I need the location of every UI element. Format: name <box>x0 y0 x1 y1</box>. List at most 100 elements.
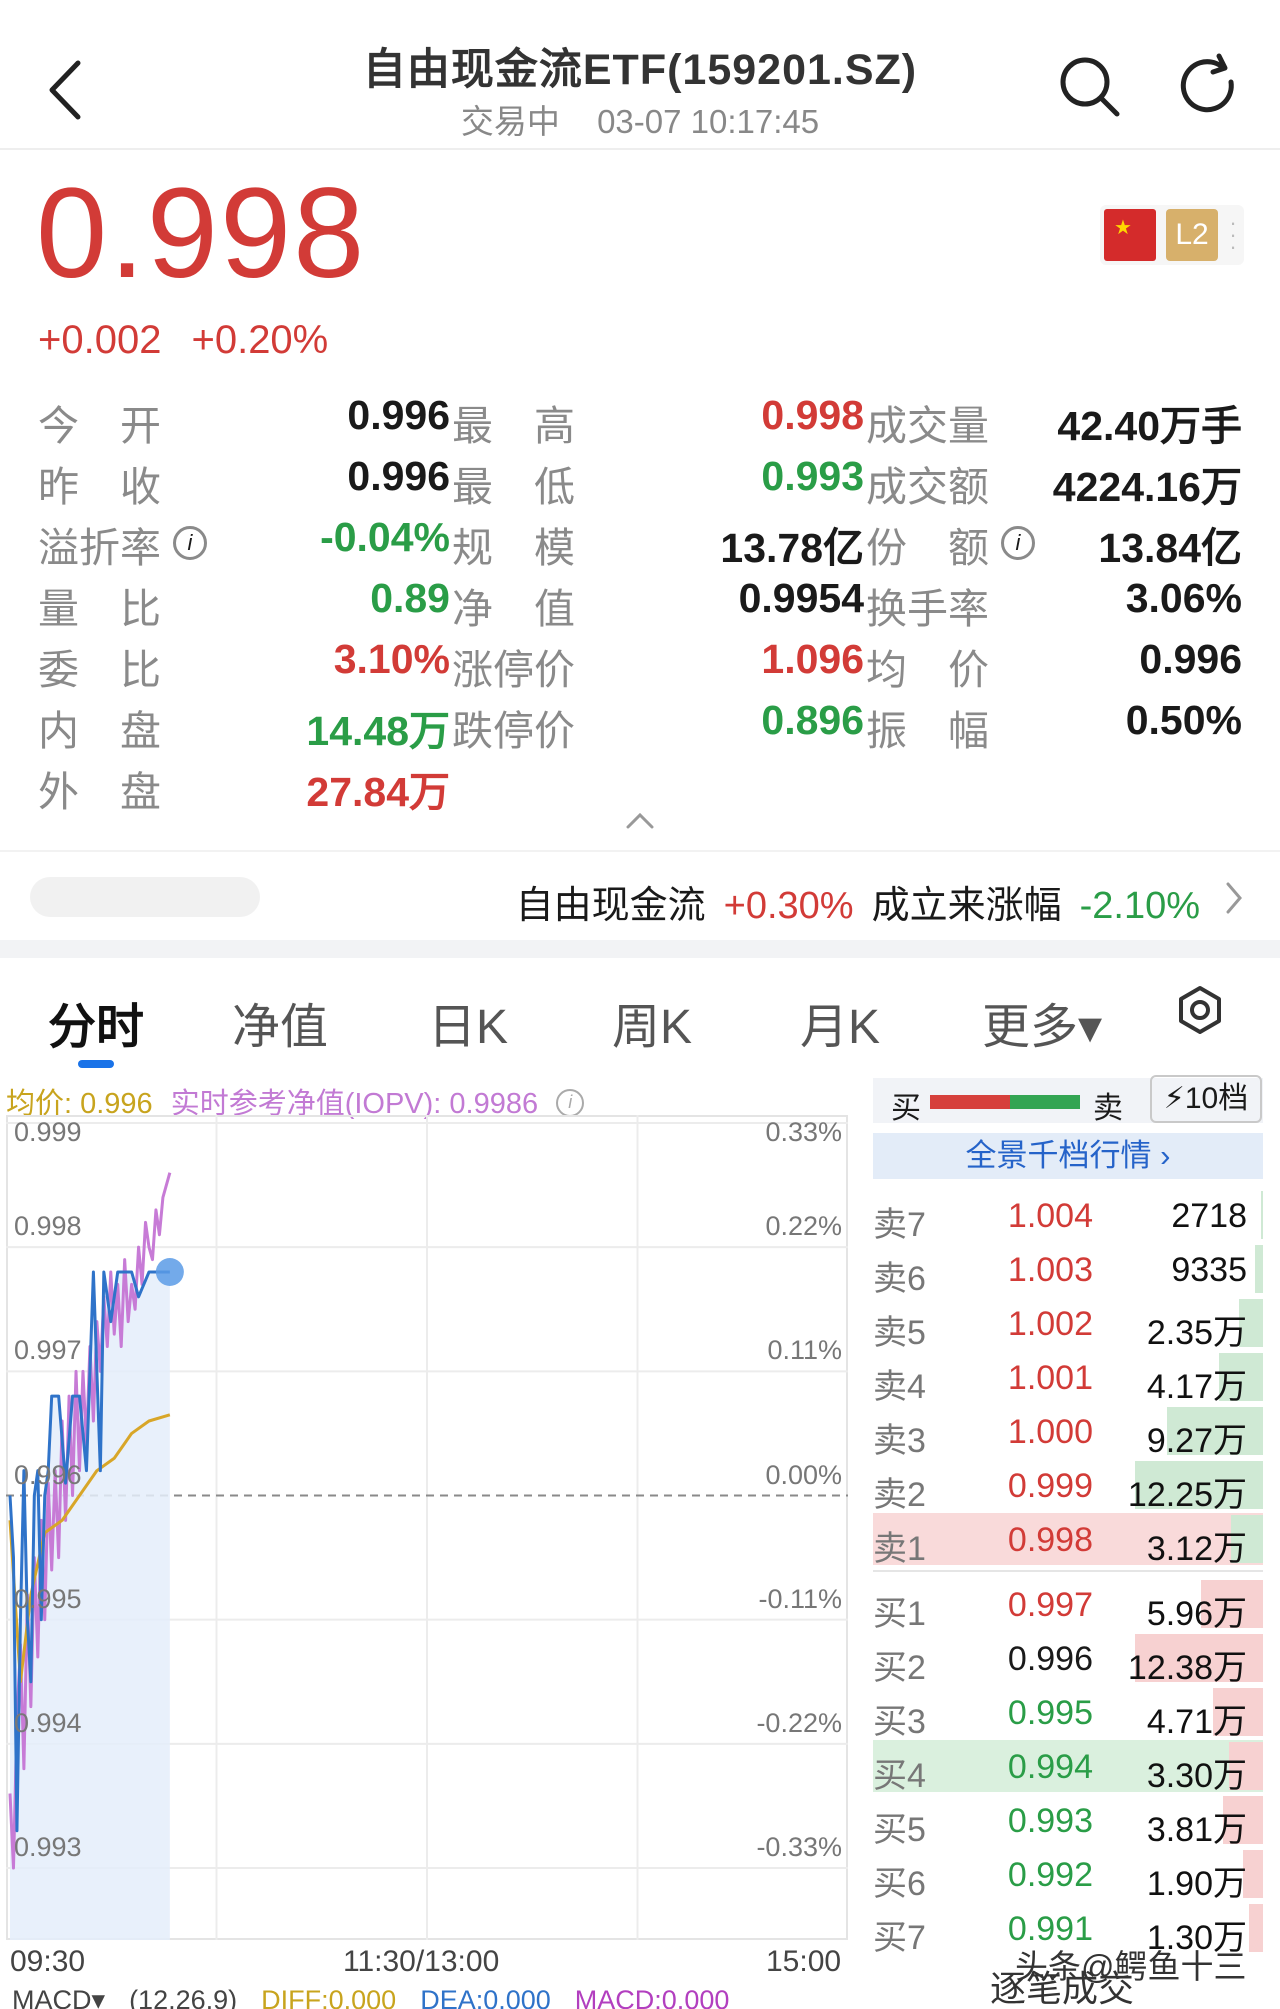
info-icon[interactable]: i <box>173 526 207 560</box>
since-inception-label: 成立来涨幅 <box>871 885 1062 927</box>
intraday-chart[interactable] <box>6 1115 848 1940</box>
macd-params: (12,26,9) <box>129 1985 238 2009</box>
level-quantity: 9.27万 <box>1146 1422 1247 1460</box>
last-price: 0.998 <box>36 162 367 305</box>
tracking-index-bar[interactable]: 自由现金流 +0.30% 成立来涨幅 -2.10% <box>0 850 1280 940</box>
y-tick-label-left: 0.995 <box>14 1583 82 1614</box>
lightning-icon: ⚡ <box>1163 1082 1185 1115</box>
sell-label: 卖 <box>1093 1092 1123 1125</box>
level-quantity: 3.30万 <box>1146 1757 1247 1795</box>
macd-indicator-row[interactable]: MACD▾ (12,26,9) DIFF:0.000 DEA:0.000 MACD:0.… <box>12 1985 753 2009</box>
info-icon[interactable]: i <box>1001 526 1035 560</box>
tab-more[interactable]: 更多▾ <box>982 987 1102 1057</box>
stat-value: 0.998 <box>761 392 864 438</box>
info-icon[interactable]: i <box>556 1089 585 1117</box>
stat-value: -0.04% <box>320 514 450 560</box>
since-inception-value: -2.10% <box>1079 885 1200 927</box>
orderbook-level[interactable]: 卖7 1.004 2718 <box>873 1189 1263 1244</box>
orderbook-level[interactable]: 卖4 1.001 4.17万 <box>873 1351 1263 1406</box>
stat-label: 成交量 <box>866 403 989 449</box>
more-dots-icon[interactable]: · · · <box>1226 212 1240 258</box>
stat-value: 27.84万 <box>306 769 450 815</box>
refresh-icon[interactable] <box>1175 52 1245 122</box>
tab-daily-k[interactable]: 日K <box>428 987 508 1057</box>
level-label: 买6 <box>873 1865 926 1903</box>
orderbook-level[interactable]: 买2 0.996 12.38万 <box>873 1632 1263 1687</box>
level-label: 卖3 <box>873 1422 926 1460</box>
y-tick-label-right: -0.22% <box>756 1707 842 1738</box>
chevron-right-icon <box>1226 882 1242 914</box>
stats-row: 量 比 0.89 净 值 0.9954 换手率 3.06% <box>38 575 1248 636</box>
ten-levels-button[interactable]: ⚡10档 <box>1150 1075 1262 1123</box>
volume-bar <box>1255 1245 1263 1293</box>
tab-intraday[interactable]: 分时 <box>48 987 144 1057</box>
level-label: 卖2 <box>873 1476 926 1514</box>
orderbook-level[interactable]: 买1 0.997 5.96万 <box>873 1578 1263 1633</box>
orderbook-level[interactable]: 卖6 1.003 9335 <box>873 1243 1263 1298</box>
y-tick-label-right: -0.11% <box>758 1583 842 1614</box>
level-label: 卖7 <box>873 1206 926 1244</box>
macd-selector[interactable]: MACD▾ <box>12 1985 105 2009</box>
stat-label: 换手率 <box>866 586 989 632</box>
current-price-dot <box>155 1258 184 1286</box>
orderbook-level[interactable]: 卖1 0.998 3.12万 <box>873 1513 1263 1568</box>
stat-label: 内 盘 <box>38 708 161 754</box>
y-tick-label-right: 0.22% <box>765 1211 842 1242</box>
y-tick-label-right: 0.00% <box>765 1459 842 1490</box>
level-quantity: 12.25万 <box>1127 1476 1247 1514</box>
full-depth-link[interactable]: 全景千档行情 › <box>873 1133 1263 1179</box>
sell-ratio-bar <box>1010 1095 1080 1109</box>
tab-monthly-k[interactable]: 月K <box>800 987 880 1057</box>
tab-weekly-k[interactable]: 周K <box>612 987 692 1057</box>
level2-badge[interactable]: L2 <box>1166 209 1218 261</box>
level-label: 卖4 <box>873 1368 926 1406</box>
stats-row: 内 盘 14.48万 跌停价 0.896 振 幅 0.50% <box>38 697 1248 758</box>
index-name: 自由现金流 <box>515 885 706 927</box>
y-tick-label-left: 0.994 <box>14 1707 82 1738</box>
level-label: 买3 <box>873 1703 926 1741</box>
stat-label: 最 低 <box>452 464 575 510</box>
market-badges: ★ L2 · · · <box>1100 205 1244 265</box>
collapse-chevron-icon[interactable] <box>620 805 660 835</box>
stat-label: 规 模 <box>452 525 575 571</box>
macd-value: MACD:0.000 <box>574 1985 730 2009</box>
level-label: 买5 <box>873 1811 926 1849</box>
level-price: 0.994 <box>1007 1748 1093 1786</box>
level-price: 1.002 <box>1007 1305 1093 1343</box>
tab-nav[interactable]: 净值 <box>232 987 328 1057</box>
stat-label: 成交额 <box>866 464 989 510</box>
stat-label: 今 开 <box>38 403 161 449</box>
top-bar: 自由现金流ETF(159201.SZ) 交易中 03-07 10:17:45 <box>0 0 1280 150</box>
level-label: 买4 <box>873 1757 926 1795</box>
change-abs: +0.002 <box>38 318 162 362</box>
stat-value: 13.84亿 <box>1098 525 1242 571</box>
index-info: 自由现金流 +0.30% 成立来涨幅 -2.10% <box>498 874 1200 929</box>
orderbook-level[interactable]: 买6 0.992 1.90万 <box>873 1848 1263 1903</box>
price-change: +0.002 +0.20% <box>38 318 358 363</box>
orderbook-level[interactable]: 卖3 1.000 9.27万 <box>873 1405 1263 1460</box>
stat-label: 净 值 <box>452 586 575 632</box>
level-price: 1.004 <box>1007 1197 1093 1235</box>
index-change: +0.30% <box>723 885 854 927</box>
y-tick-label-right: 0.33% <box>765 1117 842 1147</box>
level-label: 卖5 <box>873 1314 926 1352</box>
stat-label: 溢折率 <box>38 525 161 571</box>
level-price: 0.993 <box>1007 1802 1093 1840</box>
stat-label: 最 高 <box>452 403 575 449</box>
buy-label: 买 <box>891 1092 921 1125</box>
orderbook-level[interactable]: 买4 0.994 3.30万 <box>873 1740 1263 1795</box>
stat-label: 委 比 <box>38 647 161 693</box>
stat-value: 1.096 <box>761 636 864 682</box>
y-tick-label-right: 0.11% <box>767 1335 842 1366</box>
settings-gear-icon[interactable] <box>1175 985 1225 1035</box>
orderbook-level[interactable]: 买5 0.993 3.81万 <box>873 1794 1263 1849</box>
orderbook-level[interactable]: 卖2 0.999 12.25万 <box>873 1459 1263 1514</box>
stats-row: 今 开 0.996 最 高 0.998 成交量 42.40万手 <box>38 392 1248 453</box>
level-quantity: 1.90万 <box>1146 1865 1247 1903</box>
active-tab-indicator <box>78 1060 114 1068</box>
orderbook-level[interactable]: 买3 0.995 4.71万 <box>873 1686 1263 1741</box>
section-divider <box>0 940 1280 958</box>
search-icon[interactable] <box>1055 52 1125 122</box>
orderbook-level[interactable]: 卖5 1.002 2.35万 <box>873 1297 1263 1352</box>
stats-row: 委 比 3.10% 涨停价 1.096 均 价 0.996 <box>38 636 1248 697</box>
